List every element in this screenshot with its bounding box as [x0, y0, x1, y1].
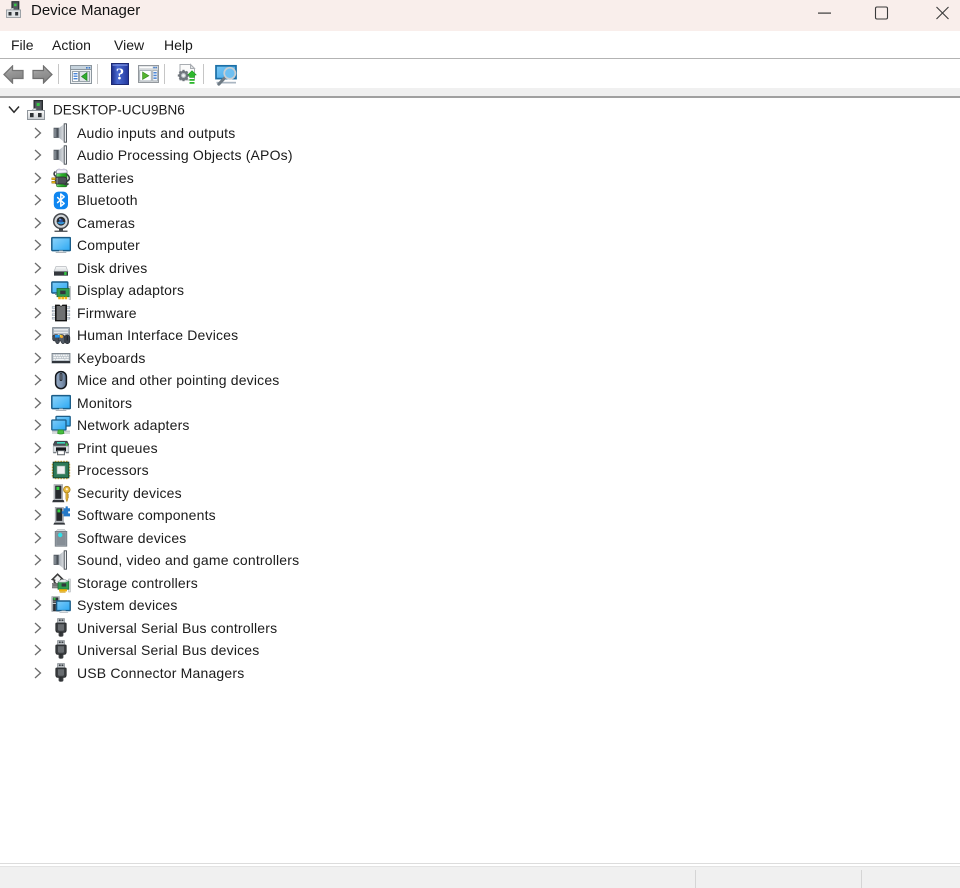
svg-text:?: ?	[116, 65, 125, 84]
